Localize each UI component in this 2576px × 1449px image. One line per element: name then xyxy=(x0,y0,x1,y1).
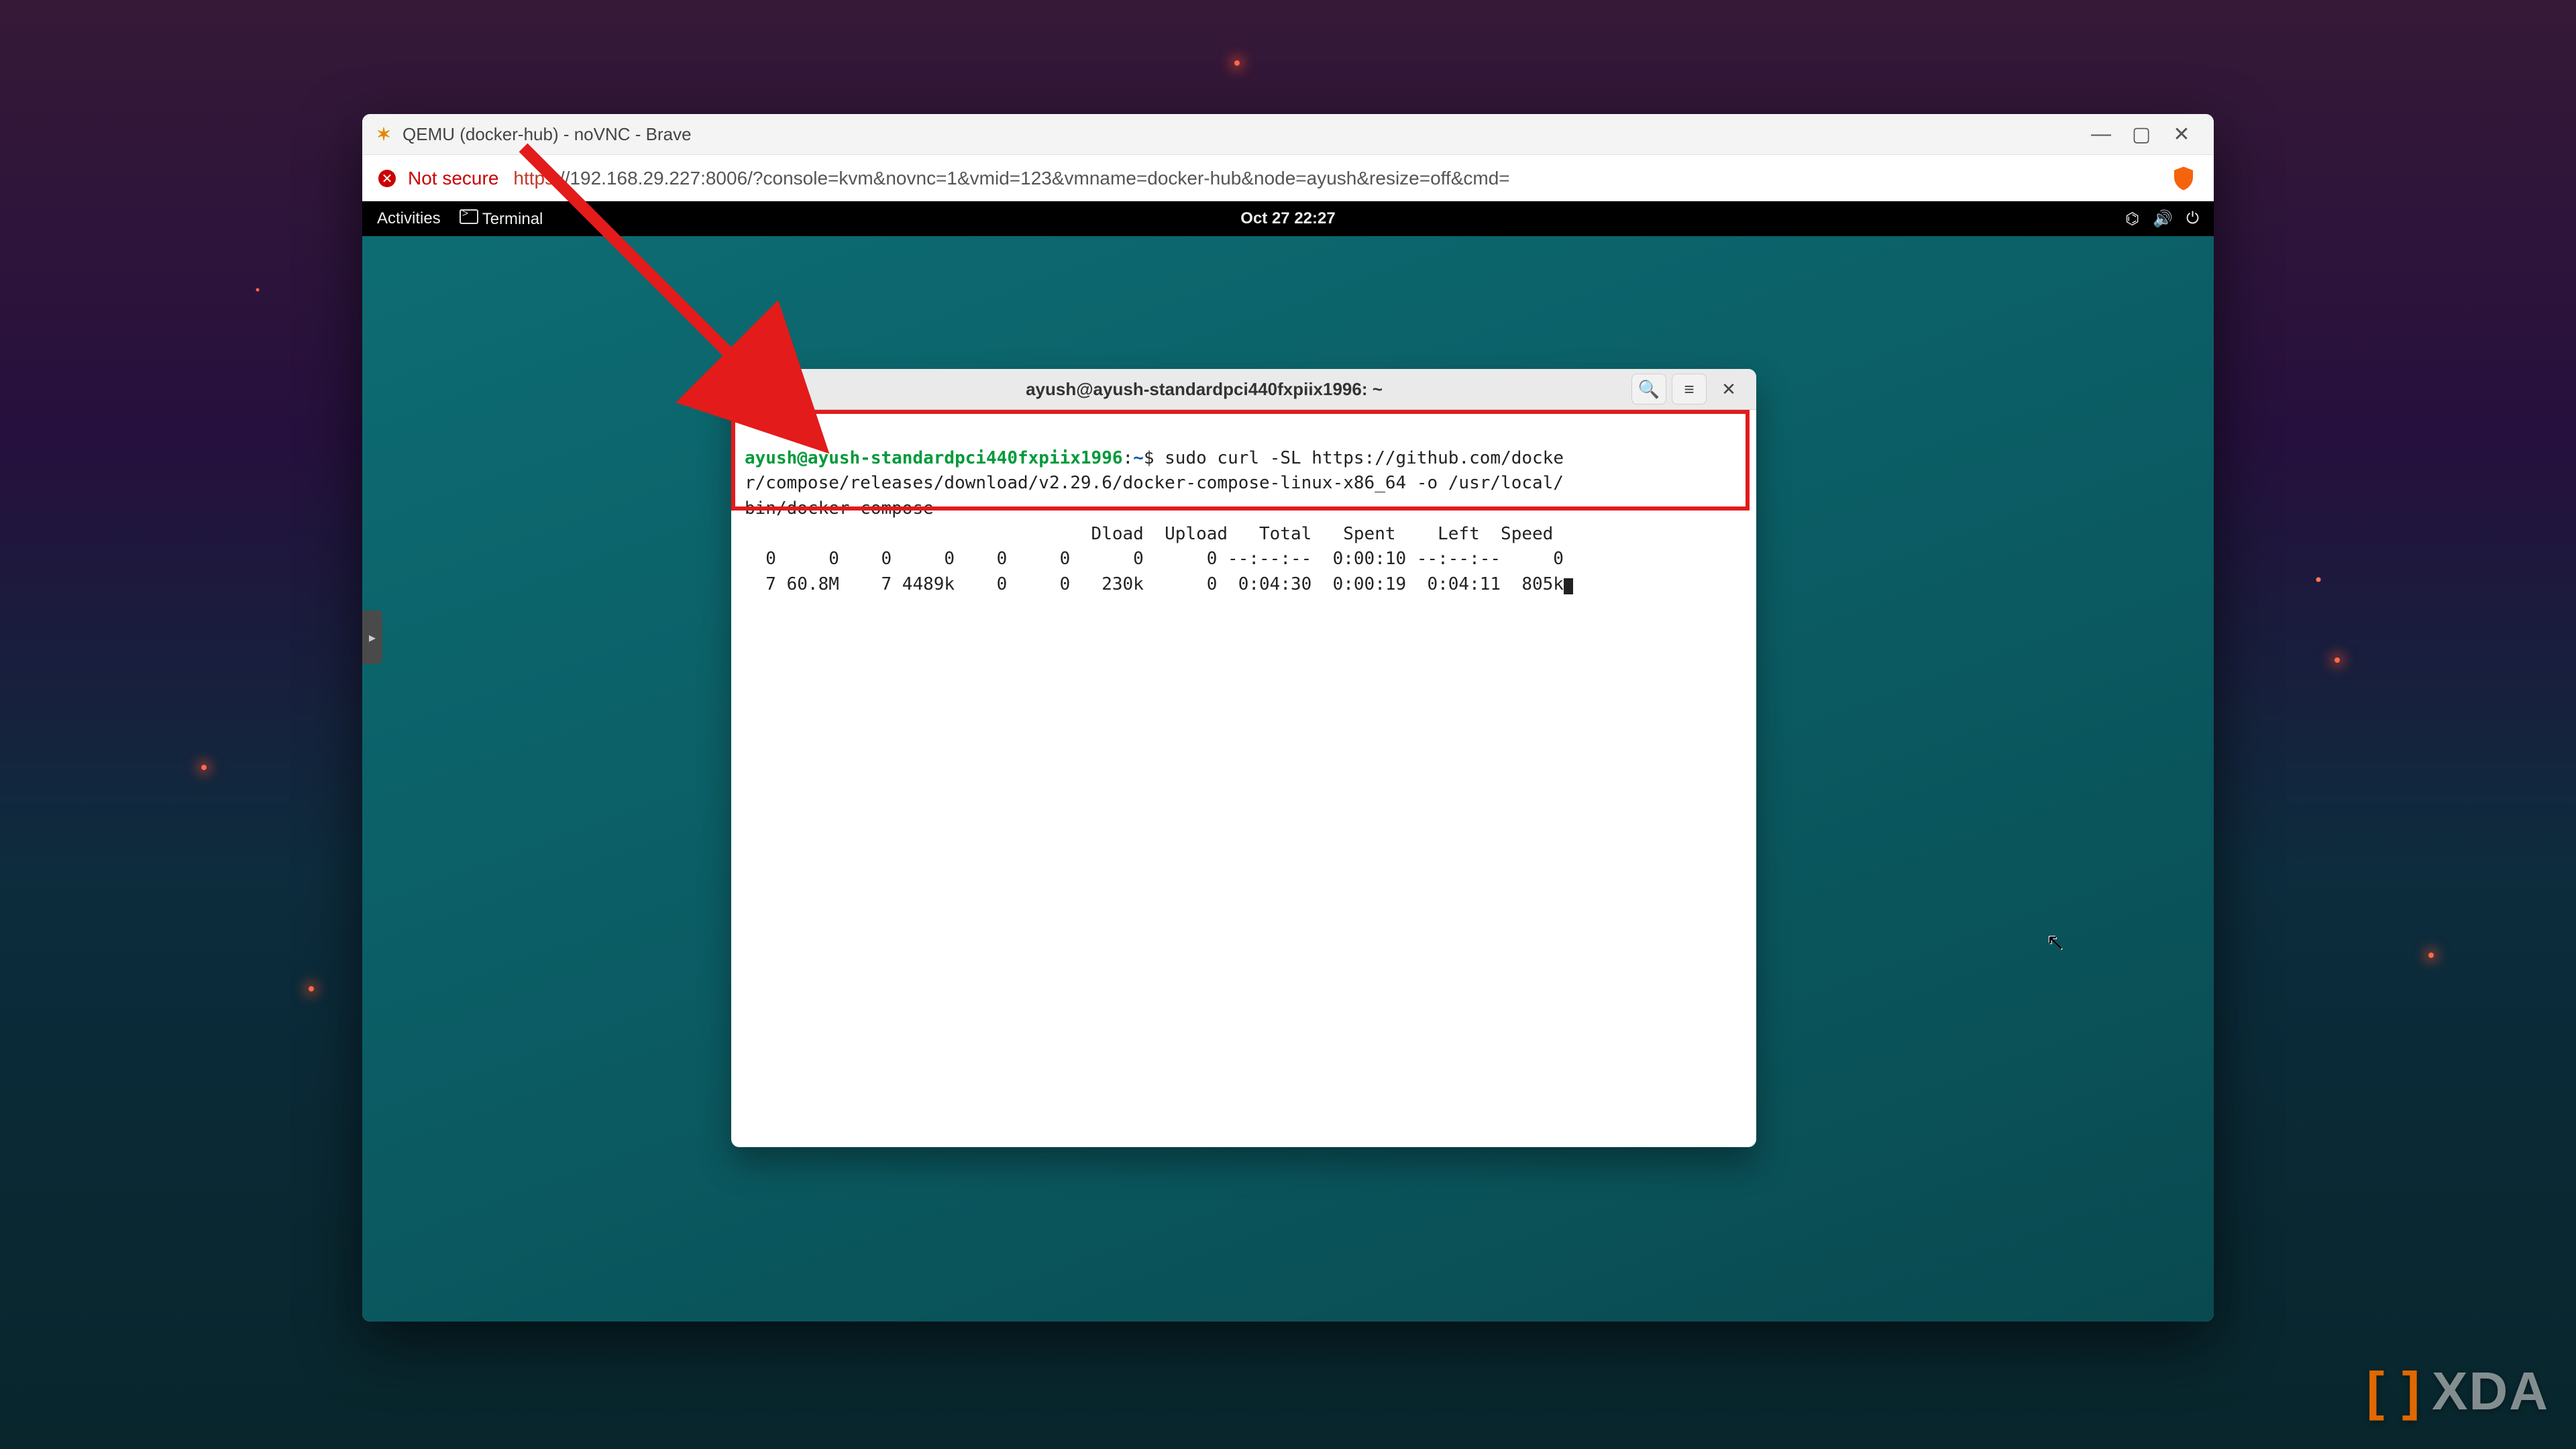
ember-particle xyxy=(2334,657,2340,663)
current-app-indicator[interactable]: Terminal xyxy=(460,209,543,229)
curl-output-row: 0 0 0 0 0 0 0 0 --:--:-- 0:00:10 --:--:-… xyxy=(745,549,1564,569)
gnome-terminal-window: ⊕ ayush@ayush-standardpci440fxpiix1996: … xyxy=(731,369,1756,1147)
tab-favicon: ✶ xyxy=(374,125,393,144)
activities-button[interactable]: Activities xyxy=(377,209,441,229)
window-maximize-button[interactable]: ▢ xyxy=(2121,114,2161,154)
not-secure-label: Not secure xyxy=(408,168,498,189)
terminal-icon xyxy=(460,209,478,224)
window-minimize-button[interactable]: — xyxy=(2081,114,2121,154)
terminal-new-tab-button[interactable]: ⊕ xyxy=(742,374,777,405)
terminal-title: ayush@ayush-standardpci440fxpiix1996: ~ xyxy=(780,379,1629,400)
browser-titlebar: ✶ QEMU (docker-hub) - noVNC - Brave — ▢ … xyxy=(362,114,2214,155)
xda-watermark: [ ] XDA xyxy=(2367,1360,2549,1422)
brave-shield-icon[interactable] xyxy=(2169,164,2198,193)
window-close-button[interactable]: ✕ xyxy=(2161,114,2202,154)
ember-particle xyxy=(2428,953,2434,958)
curl-output-header: Dload Upload Total Spent Left Speed xyxy=(745,524,1553,544)
tab-title: QEMU (docker-hub) - noVNC - Brave xyxy=(402,124,692,145)
terminal-search-button[interactable]: 🔍 xyxy=(1631,374,1666,405)
url-text: https://192.168.29.227:8006/?console=kvm… xyxy=(513,168,1509,189)
terminal-cursor xyxy=(1564,578,1573,594)
power-icon[interactable]: ⏻ xyxy=(2186,209,2199,229)
prompt-path: ~ xyxy=(1133,448,1144,468)
network-icon[interactable]: ⌬ xyxy=(2125,209,2139,229)
browser-window: ✶ QEMU (docker-hub) - noVNC - Brave — ▢ … xyxy=(362,114,2214,1322)
novnc-viewport[interactable]: Activities Terminal Oct 27 22:27 ⌬ 🔊 ⏻ ▸… xyxy=(362,201,2214,1322)
not-secure-icon: ✕ xyxy=(378,170,396,187)
xda-bracket-icon: [ ] xyxy=(2367,1360,2422,1422)
terminal-close-button[interactable]: ✕ xyxy=(1712,374,1746,404)
ember-particle xyxy=(1234,60,1240,66)
clock[interactable]: Oct 27 22:27 xyxy=(362,209,2214,228)
address-bar[interactable]: ✕ Not secure https://192.168.29.227:8006… xyxy=(362,155,2214,203)
mouse-cursor: ↖ xyxy=(2046,929,2065,956)
ember-particle xyxy=(201,765,207,770)
gnome-top-bar: Activities Terminal Oct 27 22:27 ⌬ 🔊 ⏻ xyxy=(362,201,2214,236)
terminal-body[interactable]: ayush@ayush-standardpci440fxpiix1996:~$ … xyxy=(731,410,1756,1147)
terminal-header: ⊕ ayush@ayush-standardpci440fxpiix1996: … xyxy=(731,369,1756,410)
curl-output-row: 7 60.8M 7 4489k 0 0 230k 0 0:04:30 0:00:… xyxy=(745,574,1564,594)
prompt-user: ayush@ayush-standardpci440fxpiix1996 xyxy=(745,448,1123,468)
volume-icon[interactable]: 🔊 xyxy=(2153,209,2173,229)
novnc-panel-handle[interactable]: ▸ xyxy=(362,610,382,664)
ember-particle xyxy=(309,986,314,991)
terminal-menu-button[interactable]: ≡ xyxy=(1672,374,1707,405)
